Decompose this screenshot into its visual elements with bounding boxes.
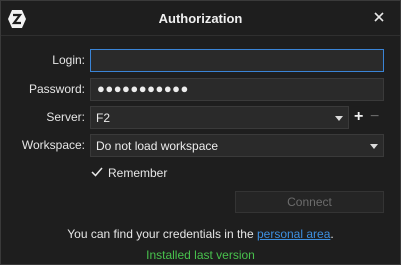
titlebar-divider bbox=[1, 35, 400, 36]
server-label: Server: bbox=[46, 110, 85, 124]
workspace-row: Workspace: Do not load workspace bbox=[1, 134, 400, 157]
server-select[interactable]: F2 bbox=[90, 106, 349, 129]
password-row: Password: ●●●●●●●●●●● bbox=[1, 78, 400, 101]
add-server-icon[interactable]: + bbox=[354, 108, 366, 126]
server-row: Server: F2 + − bbox=[1, 106, 400, 129]
login-input[interactable] bbox=[90, 49, 384, 72]
login-label: Login: bbox=[52, 53, 85, 67]
close-icon[interactable] bbox=[372, 10, 386, 24]
workspace-select[interactable]: Do not load workspace bbox=[90, 134, 384, 157]
credentials-info-text: You can find your credentials in the bbox=[67, 227, 254, 241]
workspace-selected-value: Do not load workspace bbox=[96, 139, 219, 153]
password-masked-value: ●●●●●●●●●●● bbox=[97, 81, 189, 96]
authorization-window: Authorization Login: Password: ●●●●●●●●●… bbox=[0, 0, 401, 265]
install-status: Installed last version bbox=[146, 248, 255, 262]
workspace-label: Workspace: bbox=[21, 138, 85, 152]
credentials-info-suffix: . bbox=[330, 227, 334, 241]
chevron-down-icon bbox=[370, 144, 378, 149]
remove-server-icon[interactable]: − bbox=[370, 108, 382, 126]
remember-label: Remember bbox=[108, 166, 168, 180]
remember-checkbox[interactable]: Remember bbox=[90, 164, 230, 182]
password-label: Password: bbox=[28, 82, 85, 96]
window-title: Authorization bbox=[158, 11, 243, 26]
connect-button[interactable]: Connect bbox=[235, 191, 384, 213]
personal-area-link[interactable]: personal area bbox=[257, 227, 330, 241]
titlebar: Authorization bbox=[1, 1, 400, 35]
login-row: Login: bbox=[1, 49, 400, 72]
checkmark-icon bbox=[90, 165, 104, 179]
chevron-down-icon bbox=[335, 116, 343, 121]
server-selected-value: F2 bbox=[96, 111, 111, 125]
credentials-info: You can find your credentials in the per… bbox=[1, 227, 400, 241]
